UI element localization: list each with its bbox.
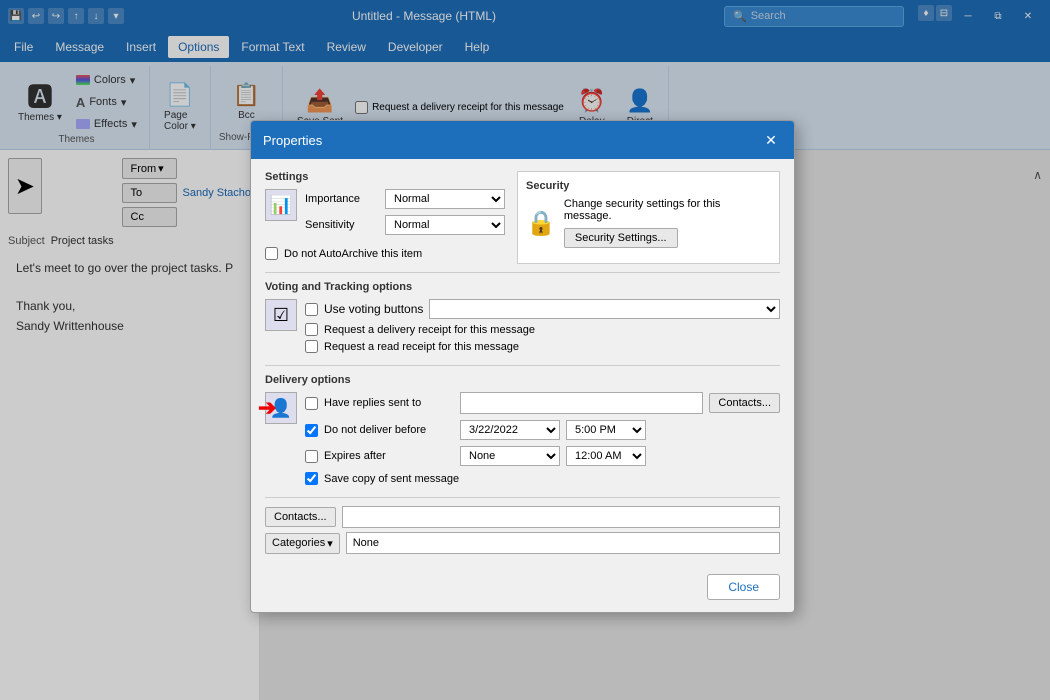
sensitivity-select[interactable]: Normal bbox=[385, 215, 505, 235]
dialog-close-button[interactable]: ✕ bbox=[760, 129, 782, 151]
close-dialog-button[interactable]: Close bbox=[707, 574, 780, 600]
save-copy-label: Save copy of sent message bbox=[324, 473, 459, 485]
delivery-receipt-checkbox[interactable] bbox=[305, 323, 318, 336]
delivery-fields: Have replies sent to Contacts... Do not … bbox=[305, 392, 780, 489]
importance-label: Importance bbox=[305, 193, 377, 205]
expires-checkbox[interactable] bbox=[305, 450, 318, 463]
settings-fields: Importance Normal Sensitivity Normal bbox=[305, 189, 505, 241]
do-not-deliver-time-select[interactable]: 5:00 PM bbox=[566, 420, 646, 440]
categories-label: Categories bbox=[272, 537, 325, 549]
divider-2 bbox=[265, 365, 780, 366]
delivery-receipt-row: Request a delivery receipt for this mess… bbox=[305, 323, 780, 336]
expires-row: Expires after None 12:00 AM bbox=[305, 446, 780, 466]
properties-dialog: Properties ✕ Settings 📊 Importance Norma… bbox=[250, 120, 795, 613]
settings-label: Settings bbox=[265, 171, 505, 183]
voting-section: Voting and Tracking options ☑ Use voting… bbox=[265, 281, 780, 357]
security-text: Change security settings for this messag… bbox=[564, 198, 771, 222]
read-receipt-row: Request a read receipt for this message bbox=[305, 340, 780, 353]
voting-label: Voting and Tracking options bbox=[265, 281, 780, 293]
security-content: 🔒 Change security settings for this mess… bbox=[526, 198, 771, 248]
voting-select[interactable] bbox=[429, 299, 780, 319]
dialog-titlebar: Properties ✕ bbox=[251, 121, 794, 159]
contacts-row: Contacts... bbox=[265, 506, 780, 528]
use-voting-row: Use voting buttons bbox=[305, 299, 780, 319]
read-receipt-label: Request a read receipt for this message bbox=[324, 341, 519, 353]
replies-checkbox[interactable] bbox=[305, 397, 318, 410]
expires-time-select[interactable]: 12:00 AM bbox=[566, 446, 646, 466]
divider-1 bbox=[265, 272, 780, 273]
categories-row: Categories ▾ bbox=[265, 532, 780, 554]
security-settings-button[interactable]: Security Settings... bbox=[564, 228, 678, 248]
use-voting-checkbox[interactable] bbox=[305, 303, 318, 316]
replies-label: Have replies sent to bbox=[324, 397, 454, 409]
replies-row: Have replies sent to Contacts... bbox=[305, 392, 780, 414]
delivery-section: Delivery options 👤 Have replies sent to … bbox=[265, 374, 780, 489]
read-receipt-checkbox[interactable] bbox=[305, 340, 318, 353]
dialog-footer: Close bbox=[251, 566, 794, 612]
expires-label: Expires after bbox=[324, 450, 454, 462]
security-label: Security bbox=[526, 180, 771, 192]
categories-input[interactable] bbox=[346, 532, 780, 554]
categories-button[interactable]: Categories ▾ bbox=[265, 533, 340, 554]
do-not-deliver-checkbox[interactable] bbox=[305, 424, 318, 437]
settings-section: Settings 📊 Importance Normal Sensitivity bbox=[265, 171, 505, 264]
replies-input[interactable] bbox=[460, 392, 703, 414]
autoarchive-label: Do not AutoArchive this item bbox=[284, 248, 422, 260]
sensitivity-label: Sensitivity bbox=[305, 219, 377, 231]
security-section: Security 🔒 Change security settings for … bbox=[517, 171, 780, 264]
voting-icon: ☑ bbox=[265, 299, 297, 331]
security-text-area: Change security settings for this messag… bbox=[564, 198, 771, 248]
voting-content: ☑ Use voting buttons Request a delivery … bbox=[265, 299, 780, 357]
contacts-input[interactable] bbox=[342, 506, 780, 528]
delivery-label: Delivery options bbox=[265, 374, 780, 386]
importance-select[interactable]: Normal bbox=[385, 189, 505, 209]
autoarchive-checkbox[interactable] bbox=[265, 247, 278, 260]
use-voting-label: Use voting buttons bbox=[324, 302, 423, 316]
expires-date-select[interactable]: None bbox=[460, 446, 560, 466]
do-not-deliver-row: Do not deliver before 3/22/2022 5:00 PM bbox=[305, 420, 780, 440]
do-not-deliver-label: Do not deliver before bbox=[324, 424, 454, 436]
categories-chevron-icon: ▾ bbox=[327, 537, 333, 550]
security-icon: 🔒 bbox=[526, 209, 556, 238]
delivery-content: 👤 Have replies sent to Contacts... Do no… bbox=[265, 392, 780, 489]
divider-3 bbox=[265, 497, 780, 498]
importance-row: Importance Normal bbox=[305, 189, 505, 209]
save-copy-row: Save copy of sent message bbox=[305, 472, 780, 485]
dialog-title: Properties bbox=[263, 133, 322, 148]
settings-icon: 📊 bbox=[265, 189, 297, 221]
contacts-button[interactable]: Contacts... bbox=[265, 507, 336, 527]
settings-content: 📊 Importance Normal Sensitivity Normal bbox=[265, 189, 505, 241]
select-names-button[interactable]: Contacts... bbox=[709, 393, 780, 413]
voting-fields: Use voting buttons Request a delivery re… bbox=[305, 299, 780, 357]
red-arrow-indicator: ➔ bbox=[258, 395, 276, 421]
sensitivity-row: Sensitivity Normal bbox=[305, 215, 505, 235]
autoarchive-row: Do not AutoArchive this item bbox=[265, 247, 505, 260]
delivery-receipt-label: Request a delivery receipt for this mess… bbox=[324, 324, 535, 336]
settings-security-row: Settings 📊 Importance Normal Sensitivity bbox=[265, 171, 780, 264]
save-copy-checkbox[interactable] bbox=[305, 472, 318, 485]
dialog-body: Settings 📊 Importance Normal Sensitivity bbox=[251, 159, 794, 566]
do-not-deliver-date-select[interactable]: 3/22/2022 bbox=[460, 420, 560, 440]
